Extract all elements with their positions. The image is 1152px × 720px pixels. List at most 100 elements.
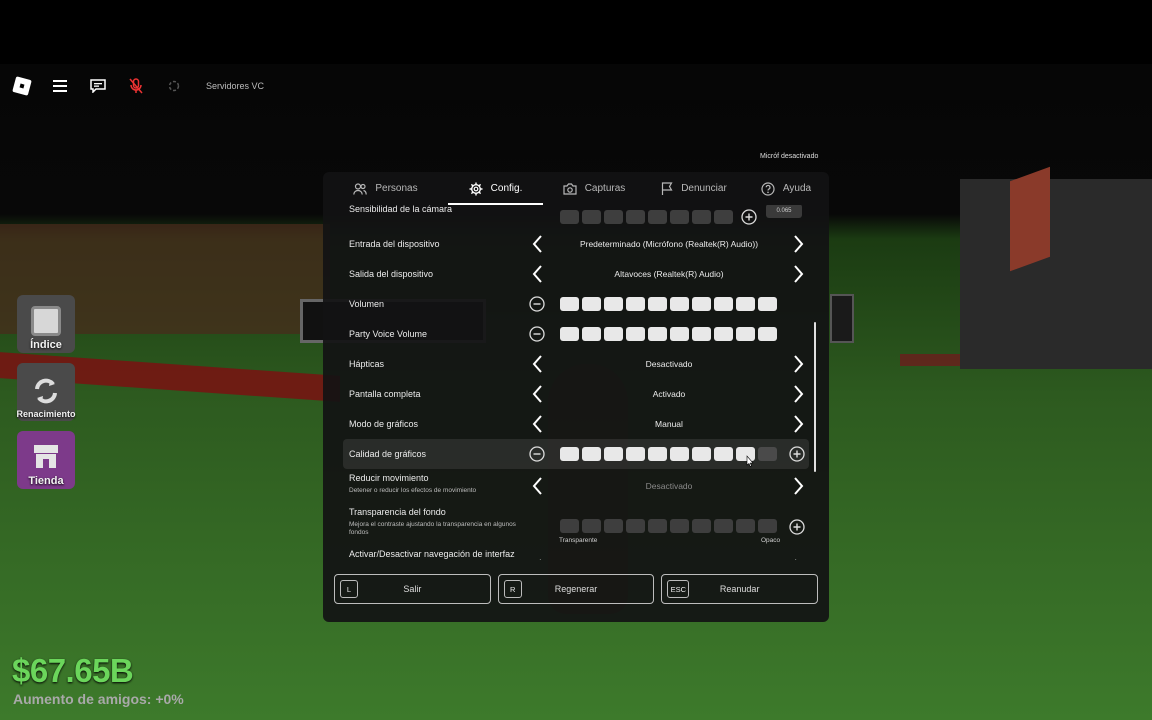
tab-ayuda[interactable]: Ayuda — [743, 172, 829, 205]
setting-value: Activado — [652, 389, 686, 399]
respawn-button[interactable]: Renacimiento — [16, 363, 76, 421]
setting-graphics-quality: Calidad de gráficos — [343, 439, 809, 469]
friends-boost: Aumento de amigos: +0% — [13, 691, 184, 707]
setting-fullscreen: Pantalla completa Activado — [343, 379, 809, 409]
tab-denunciar[interactable]: Denunciar — [645, 172, 743, 205]
setting-description: Detener o reducir los efectos de movimie… — [349, 487, 477, 494]
roblox-logo-icon[interactable] — [8, 72, 36, 100]
party-voice-slider[interactable] — [560, 327, 777, 341]
volume-slider[interactable] — [560, 297, 777, 311]
setting-value: Desactivado — [645, 481, 693, 491]
key-hint: L — [340, 580, 358, 598]
chevron-right-icon[interactable] — [791, 558, 805, 560]
index-label: Índice — [30, 339, 62, 351]
respawn-label: Renacimiento — [16, 409, 76, 419]
menu-actions: L Salir R Regenerar ESC Reanudar — [334, 574, 819, 606]
key-hint: R — [503, 580, 522, 598]
minus-icon[interactable] — [529, 326, 545, 342]
gear-icon — [469, 182, 483, 195]
menu-icon[interactable] — [46, 72, 74, 100]
camera-icon — [563, 182, 577, 195]
key-hint: ESC — [667, 580, 690, 598]
chevron-right-icon[interactable] — [791, 354, 805, 374]
tab-personas[interactable]: Personas — [323, 172, 448, 205]
chevron-right-icon[interactable] — [791, 476, 805, 496]
mic-status-tooltip: Micróf desactivado — [760, 153, 819, 160]
tab-label: Personas — [375, 183, 418, 194]
button-label: Reanudar — [719, 584, 760, 594]
setting-label: Party Voice Volume — [349, 329, 428, 339]
chevron-left-icon[interactable] — [531, 558, 545, 560]
setting-label: Hápticas — [349, 359, 385, 369]
setting-value: Altavoces (Realtek(R) Audio) — [614, 269, 724, 279]
building-right-sign — [1010, 166, 1050, 272]
setting-value: Manual — [655, 419, 683, 429]
tab-label: Config. — [490, 183, 523, 194]
setting-party-voice-volume: Party Voice Volume — [343, 319, 809, 349]
background-transparency-slider[interactable] — [560, 519, 777, 533]
settings-scrollbar[interactable] — [814, 322, 816, 472]
tab-label: Ayuda — [782, 183, 812, 194]
shop-icon — [34, 445, 58, 468]
spinner-icon — [160, 72, 188, 100]
chevron-left-icon[interactable] — [531, 234, 545, 254]
setting-ui-navigation: Activar/Desactivar navegación de interfa… — [343, 545, 809, 560]
setting-haptics: Hápticas Desactivado — [343, 349, 809, 379]
tab-config[interactable]: Config. — [448, 172, 543, 205]
plus-icon[interactable] — [789, 519, 805, 535]
microphone-muted-icon[interactable] — [122, 72, 150, 100]
shop-button[interactable]: Tienda — [17, 431, 75, 489]
setting-label: Volumen — [349, 299, 385, 309]
setting-background-transparency: Transparencia del fondo Mejora el contra… — [343, 503, 809, 545]
shop-label: Tienda — [28, 475, 64, 487]
chevron-left-icon[interactable] — [531, 384, 545, 404]
button-label: Salir — [403, 584, 422, 594]
minus-icon[interactable] — [529, 446, 545, 462]
setting-description: Mejora el contraste ajustando la transpa… — [349, 521, 516, 536]
sign-post — [830, 294, 854, 343]
plus-icon[interactable] — [789, 446, 805, 462]
people-icon — [353, 182, 368, 195]
index-button[interactable]: Índice — [17, 295, 75, 353]
chevron-right-icon[interactable] — [791, 384, 805, 404]
settings-rows: Entrada del dispositivo Predeterminado (… — [343, 205, 809, 560]
setting-reduce-motion: Reducir movimiento Detener o reducir los… — [343, 469, 809, 503]
chevron-left-icon[interactable] — [531, 354, 545, 374]
setting-graphics-mode: Modo de gráficos Manual — [343, 409, 809, 439]
chat-icon[interactable] — [84, 72, 112, 100]
minus-icon[interactable] — [529, 296, 545, 312]
flag-icon — [662, 181, 673, 195]
building-right — [960, 179, 1152, 369]
resume-button[interactable]: ESC Reanudar — [661, 574, 819, 604]
server-label: Servidores VC — [206, 81, 265, 91]
tab-label: Denunciar — [681, 183, 727, 194]
setting-device-input: Entrada del dispositivo Predeterminado (… — [343, 229, 809, 259]
chevron-left-icon[interactable] — [531, 264, 545, 284]
setting-label: Pantalla completa — [349, 389, 421, 399]
tab-capturas[interactable]: Capturas — [543, 172, 645, 205]
setting-value: Desactivado — [645, 359, 693, 369]
button-label: Regenerar — [554, 584, 598, 594]
respawn-menu-button[interactable]: R Regenerar — [497, 574, 655, 604]
setting-label: Reducir movimiento — [349, 473, 429, 483]
setting-label: Salida del dispositivo — [349, 269, 434, 279]
chevron-right-icon[interactable] — [791, 264, 805, 284]
leave-button[interactable]: L Salir — [334, 574, 491, 604]
chevron-left-icon[interactable] — [531, 414, 545, 434]
setting-label: Entrada del dispositivo — [349, 239, 440, 249]
book-icon — [31, 306, 61, 336]
setting-label: Calidad de gráficos — [349, 449, 427, 459]
range-max-label: Opaco — [761, 537, 781, 544]
setting-value: Predeterminado (Micrófono (Realtek(R) Au… — [579, 239, 759, 249]
respawn-icon — [35, 378, 57, 404]
setting-label: Modo de gráficos — [349, 419, 419, 429]
chevron-right-icon[interactable] — [791, 414, 805, 434]
setting-label: Transparencia del fondo — [349, 507, 446, 517]
top-black-bar — [0, 0, 1152, 64]
chevron-right-icon[interactable] — [791, 234, 805, 254]
setting-label: Activar/Desactivar navegación de interfa… — [349, 549, 515, 559]
chevron-left-icon[interactable] — [531, 476, 545, 496]
top-hud: Servidores VC — [8, 72, 264, 100]
tab-label: Capturas — [584, 183, 626, 194]
setting-device-output: Salida del dispositivo Altavoces (Realte… — [343, 259, 809, 289]
